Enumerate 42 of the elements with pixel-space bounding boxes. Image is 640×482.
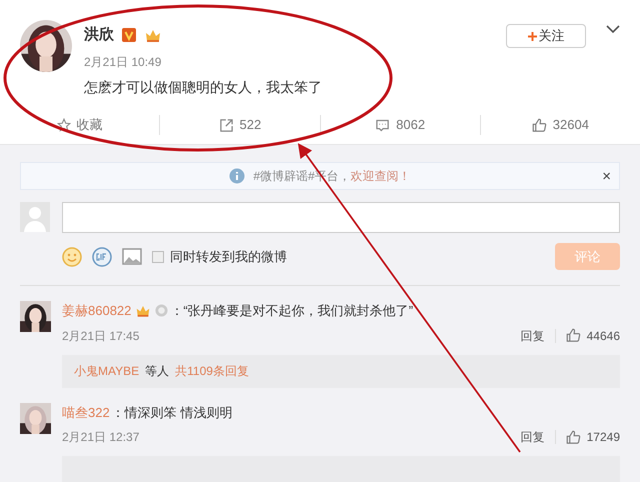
thumbs-up-icon [566, 328, 581, 343]
plus-icon [528, 32, 536, 40]
chevron-down-icon[interactable] [606, 24, 620, 34]
favorite-button[interactable]: 收藏 [56, 115, 103, 135]
smiley-icon[interactable] [62, 246, 82, 266]
default-avatar-icon [20, 202, 50, 232]
comment-time: 2月21日 17:45 [62, 328, 140, 344]
comment-icon [375, 118, 390, 132]
gif-icon[interactable] [92, 246, 112, 266]
thumbs-up-icon [566, 430, 581, 444]
author-name[interactable]: 洪欣 [84, 24, 114, 46]
thread-text: 等人 [145, 363, 170, 380]
thread-names[interactable]: 小鬼MAYBE [74, 362, 140, 380]
info-icon [229, 168, 246, 184]
medal-icon [155, 304, 168, 318]
post-time[interactable]: 2月21日 10:49 [84, 52, 506, 70]
comment-username[interactable]: 姜赫860822 [62, 301, 132, 320]
comment-button[interactable]: 8062 [375, 115, 426, 135]
reply-button[interactable]: 回复 [520, 326, 545, 344]
thumbs-up-icon [532, 118, 547, 132]
like-button[interactable]: 17249 [566, 428, 620, 446]
reply-thread-bar[interactable]: 小鬼MAYBE 等人 共1109条回复 [62, 354, 620, 388]
reply-button[interactable]: 回复 [520, 428, 545, 446]
like-button[interactable]: 32604 [532, 115, 589, 135]
image-icon[interactable] [122, 248, 142, 265]
comment-time: 2月21日 12:37 [62, 429, 140, 446]
checkbox-label[interactable]: 同时转发到我的微博 [170, 246, 287, 266]
notice-link[interactable]: 欢迎查阅！ [350, 167, 411, 185]
star-icon [56, 118, 71, 132]
close-button[interactable]: × [602, 168, 611, 184]
repost-button[interactable]: 522 [218, 115, 262, 135]
comment-input[interactable] [62, 202, 620, 233]
post-text: 怎麽才可以做個聰明的女人，我太笨了 [84, 78, 323, 96]
verified-badge-icon [122, 28, 136, 42]
comment-username[interactable]: 喵叁322 [62, 402, 110, 422]
checkbox[interactable] [152, 250, 164, 262]
comment-text: ：“张丹峰要是对不起你，我们就封杀他了” [170, 302, 414, 320]
follow-button[interactable]: 关注 [506, 24, 586, 48]
share-icon [218, 118, 234, 132]
like-button[interactable]: 44646 [566, 326, 620, 344]
comment-text: ：情深则笨 情浅则明 [112, 404, 232, 422]
thread-count[interactable]: 共1109条回复 [175, 362, 249, 380]
